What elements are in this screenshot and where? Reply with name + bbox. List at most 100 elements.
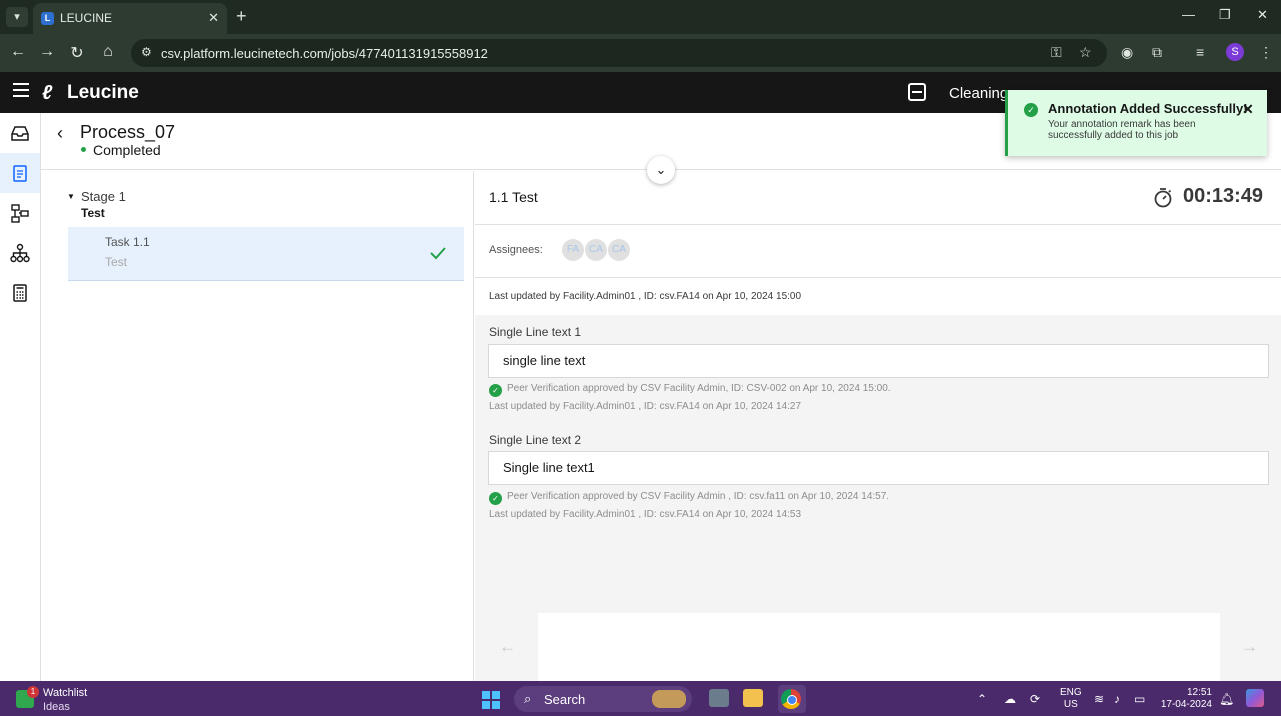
scanner-icon[interactable] xyxy=(908,83,926,101)
chrome-icon[interactable] xyxy=(781,689,801,709)
checkmark-icon xyxy=(430,247,446,260)
extensions-puzzle-icon[interactable]: ⧉ xyxy=(1152,44,1162,61)
sync-icon[interactable]: ⟳ xyxy=(1030,692,1040,706)
system-clock[interactable]: 12:51 17-04-2024 xyxy=(1160,687,1212,711)
process-flow-icon xyxy=(11,204,29,223)
search-highlight-icon xyxy=(652,690,686,708)
profile-avatar[interactable]: S xyxy=(1226,43,1244,61)
process-nav-item[interactable] xyxy=(0,193,40,233)
assignee-avatar[interactable]: FA xyxy=(562,239,584,261)
success-check-icon: ✓ xyxy=(1024,103,1038,117)
bookmark-star-icon[interactable]: ☆ xyxy=(1079,44,1092,61)
previous-task-arrow-icon[interactable]: ← xyxy=(499,637,516,657)
next-task-arrow-icon[interactable]: → xyxy=(1241,637,1258,657)
facility-selector[interactable]: Cleaning xyxy=(949,85,1008,102)
home-icon[interactable]: ⌂ xyxy=(98,43,118,61)
tab-search-menu-button[interactable]: ▾ xyxy=(6,7,28,27)
reports-nav-item[interactable] xyxy=(0,273,40,313)
media-control-icon[interactable]: ≡ xyxy=(1196,44,1204,60)
tab-title: LEUCINE xyxy=(60,11,113,25)
inbox-nav-item[interactable] xyxy=(0,113,40,153)
windows-start-icon[interactable] xyxy=(482,691,500,709)
battery-icon[interactable]: ▭ xyxy=(1134,692,1145,706)
task-list-item[interactable]: Task 1.1 Test xyxy=(68,227,464,281)
reload-icon[interactable]: ↻ xyxy=(67,43,87,63)
clock-time: 12:51 xyxy=(1186,687,1212,698)
job-status: Completed xyxy=(93,142,161,158)
peer-verification-status: Peer Verification approved by CSV Facili… xyxy=(507,383,891,394)
ontology-nav-item[interactable] xyxy=(0,233,40,273)
back-arrow-icon[interactable]: ‹ xyxy=(57,123,63,144)
clock-date: 17-04-2024 xyxy=(1160,699,1212,710)
copilot-icon[interactable] xyxy=(1246,689,1264,707)
stage-name[interactable]: Stage 1 xyxy=(81,189,126,204)
task-detail-title: 1.1 Test xyxy=(489,189,538,205)
verified-check-icon: ✓ xyxy=(489,384,502,397)
peer-verification-status: Peer Verification approved by CSV Facili… xyxy=(507,491,890,502)
search-icon: ⌕ xyxy=(524,691,532,706)
jobs-nav-item[interactable] xyxy=(0,153,40,193)
divider xyxy=(475,224,1281,225)
notifications-bell-icon[interactable]: 🔔︎ xyxy=(1219,692,1234,706)
task-name: Task 1.1 xyxy=(105,235,150,249)
watchlist-title[interactable]: Watchlist xyxy=(43,687,87,699)
site-info-icon[interactable]: ⚙ xyxy=(141,45,152,59)
browser-toolbar: ← → ↻ ⌂ ⚙ csv.platform.leucinetech.com/j… xyxy=(0,34,1281,72)
minimize-icon[interactable]: — xyxy=(1182,7,1195,22)
back-icon[interactable]: ← xyxy=(8,43,28,61)
taskbar-app-icon[interactable] xyxy=(709,689,729,707)
onedrive-cloud-icon[interactable]: ☁ xyxy=(1004,692,1016,706)
single-line-text-input[interactable]: Single line text1 xyxy=(488,451,1269,485)
stage-subtitle: Test xyxy=(81,206,105,220)
file-explorer-icon[interactable] xyxy=(743,689,763,707)
app-logo-text: Leucine xyxy=(67,82,139,103)
watchlist-subtitle: Ideas xyxy=(43,701,70,713)
window-close-icon[interactable]: ✕ xyxy=(1257,7,1268,23)
url-text[interactable]: csv.platform.leucinetech.com/jobs/477401… xyxy=(161,46,488,61)
clipboard-icon xyxy=(13,165,27,182)
success-toast: ✓ Annotation Added Successfully! Your an… xyxy=(1005,90,1267,156)
forward-icon[interactable]: → xyxy=(37,43,57,61)
camera-extension-icon[interactable]: ◉ xyxy=(1121,44,1133,61)
password-key-icon[interactable]: ⚿ xyxy=(1051,44,1062,61)
collapse-header-button[interactable]: ⌄ xyxy=(647,156,675,184)
notification-badge: 1 xyxy=(27,686,39,698)
stopwatch-icon xyxy=(1154,188,1172,208)
region-code: US xyxy=(1063,699,1078,710)
hamburger-menu-icon[interactable] xyxy=(13,83,29,97)
assignee-avatar[interactable]: CA xyxy=(585,239,607,261)
wifi-icon[interactable]: ≋ xyxy=(1094,692,1104,706)
new-tab-icon[interactable]: + xyxy=(236,6,247,27)
task-subtitle: Test xyxy=(105,255,128,269)
search-label: Search xyxy=(544,692,586,707)
task-detail-panel: 1.1 Test 00:13:49 Assignees: FA CA CA La… xyxy=(475,171,1281,681)
language-indicator[interactable]: ENG US xyxy=(1060,687,1082,711)
taskbar-search-box[interactable]: ⌕ Search xyxy=(514,686,692,712)
address-bar[interactable]: ⚙ csv.platform.leucinetech.com/jobs/4774… xyxy=(131,39,1107,67)
parameter-last-updated: Last updated by Facility.Admin01 , ID: c… xyxy=(489,509,802,520)
job-title: Process_07 xyxy=(80,122,176,142)
verified-check-icon: ✓ xyxy=(489,492,502,505)
maximize-icon[interactable]: ❐ xyxy=(1219,7,1231,23)
task-action-bar xyxy=(538,613,1220,681)
browser-menu-icon[interactable]: ⋮ xyxy=(1259,44,1273,61)
single-line-text-input[interactable]: single line text xyxy=(488,344,1269,378)
volume-icon[interactable]: ♪ xyxy=(1114,692,1120,706)
parameter-label: Single Line text 1 xyxy=(489,325,582,339)
task-timer: 00:13:49 xyxy=(1183,185,1264,207)
toast-close-icon[interactable]: ✕ xyxy=(1242,101,1254,118)
show-hidden-icons-icon[interactable]: ⌃ xyxy=(977,692,987,706)
task-last-updated: Last updated by Facility.Admin01 , ID: c… xyxy=(489,291,802,302)
status-dot-icon xyxy=(81,147,86,152)
parameters-section: Single Line text 1 single line text ✓ Pe… xyxy=(475,315,1281,613)
windows-taskbar: 1 Watchlist Ideas ⌕ Search ⌃ ☁ ⟳ ENG US … xyxy=(0,681,1281,716)
toast-message: Your annotation remark has been successf… xyxy=(1048,119,1196,141)
tab-close-icon[interactable]: ✕ xyxy=(208,10,219,26)
stage-list-panel: ▼ Stage 1 Test Task 1.1 Test xyxy=(41,171,474,681)
assignee-avatar[interactable]: CA xyxy=(608,239,630,261)
browser-tab[interactable]: L LEUCINE ✕ xyxy=(33,3,227,34)
caret-down-icon[interactable]: ▼ xyxy=(67,192,75,201)
parameter-last-updated: Last updated by Facility.Admin01 , ID: c… xyxy=(489,401,802,412)
task-footer-nav: ← → xyxy=(475,613,1281,681)
parameter-label: Single Line text 2 xyxy=(489,433,582,447)
